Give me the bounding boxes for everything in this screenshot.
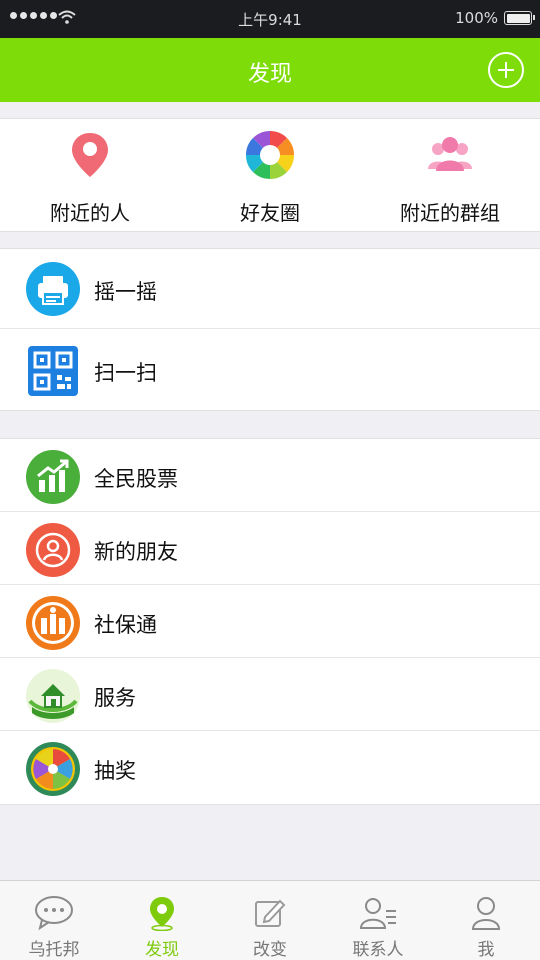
social-security-icon xyxy=(26,596,80,650)
grid-label: 好友圈 xyxy=(240,201,300,225)
tab-label: 改变 xyxy=(253,940,287,960)
list-item-lottery[interactable]: 抽奖 xyxy=(0,731,540,804)
qr-scan-icon xyxy=(28,346,78,396)
list-item-label: 服务 xyxy=(94,686,136,710)
list-item-label: 社保通 xyxy=(94,613,157,637)
nav-bar: 发现 xyxy=(0,38,540,102)
list-item-service[interactable]: 服务 xyxy=(0,658,540,731)
tab-label: 乌托邦 xyxy=(28,940,80,960)
contacts-icon xyxy=(359,898,396,929)
list-item-new-friends[interactable]: 新的朋友 xyxy=(0,512,540,585)
list-item-shake[interactable]: 摇一摇 xyxy=(0,249,540,329)
list-item-scan[interactable]: 扫一扫 xyxy=(0,329,540,410)
stock-chart-icon xyxy=(26,450,80,504)
page-title: 发现 xyxy=(247,62,292,87)
list-item-label: 摇一摇 xyxy=(94,280,157,304)
grid-item-nearby-groups[interactable]: 附近的群组 xyxy=(360,119,540,231)
discover-top-grid: 附近的人 好友圈 附近的群组 xyxy=(0,118,540,232)
tab-label: 我 xyxy=(477,940,495,960)
tab-label: 发现 xyxy=(145,940,179,960)
tab-change[interactable]: 改变 xyxy=(216,881,324,960)
grid-label: 附近的群组 xyxy=(400,201,500,225)
grid-item-friend-circle[interactable]: 好友圈 xyxy=(180,119,360,231)
color-aperture-icon xyxy=(245,130,295,180)
new-friend-icon xyxy=(26,523,80,577)
battery-percent: 100% xyxy=(455,9,498,27)
discover-pin-icon xyxy=(150,897,174,931)
menu-group-2: 全民股票 新的朋友 社保通 服务 抽奖 xyxy=(0,438,540,805)
list-item-label: 扫一扫 xyxy=(94,361,157,385)
lottery-wheel-icon xyxy=(26,742,80,796)
add-button[interactable] xyxy=(488,52,524,88)
battery-icon xyxy=(504,11,535,25)
location-pin-icon xyxy=(72,133,108,177)
grid-item-nearby-people[interactable]: 附近的人 xyxy=(0,119,180,231)
menu-group-1: 摇一摇 扫一扫 xyxy=(0,248,540,411)
list-item-label: 抽奖 xyxy=(94,759,136,783)
tab-bar: 乌托邦 发现 改变 联系人 我 xyxy=(0,880,540,960)
tab-contacts[interactable]: 联系人 xyxy=(324,881,432,960)
person-icon xyxy=(471,897,501,930)
tab-utopia[interactable]: 乌托邦 xyxy=(0,881,108,960)
shake-printer-icon xyxy=(26,262,80,316)
chat-bubble-icon xyxy=(35,896,73,931)
list-item-social-security[interactable]: 社保通 xyxy=(0,585,540,658)
list-item-label: 全民股票 xyxy=(94,467,178,491)
list-item-label: 新的朋友 xyxy=(94,540,178,564)
group-people-icon xyxy=(428,137,472,171)
edit-icon xyxy=(255,899,286,927)
tab-me[interactable]: 我 xyxy=(432,881,540,960)
tab-label: 联系人 xyxy=(352,940,404,960)
status-bar: 上午9:41 100% xyxy=(0,0,540,38)
service-house-icon xyxy=(26,669,80,723)
list-item-stocks[interactable]: 全民股票 xyxy=(0,439,540,512)
grid-label: 附近的人 xyxy=(50,201,130,225)
tab-discover[interactable]: 发现 xyxy=(108,881,216,960)
